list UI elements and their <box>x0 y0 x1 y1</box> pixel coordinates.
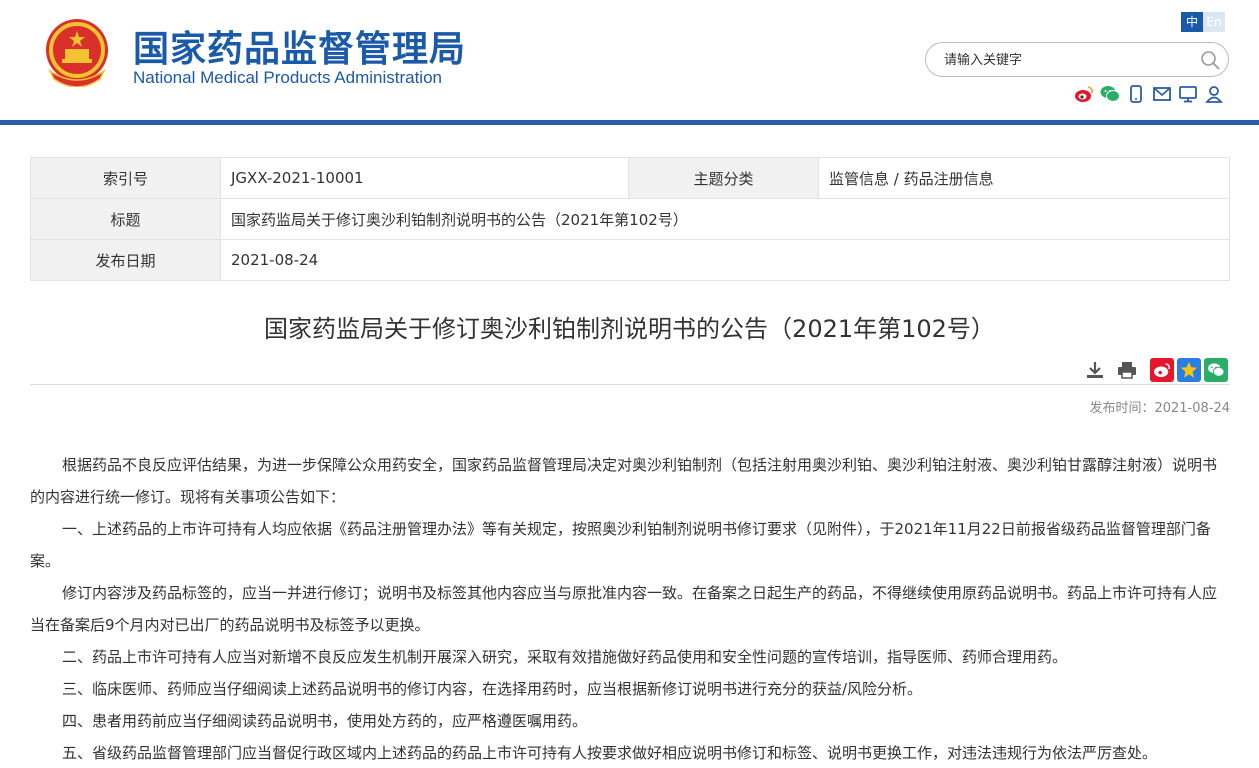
national-emblem-logo[interactable] <box>44 17 110 87</box>
article-paragraph: 四、患者用药前应当仔细阅读药品说明书，使用处方药的，应严格遵医嘱用药。 <box>62 712 588 730</box>
article-body: 根据药品不良反应评估结果，为进一步保障公众用药安全，国家药品监督管理局决定对奥沙… <box>30 449 1230 768</box>
lang-english-button[interactable]: En <box>1203 12 1225 32</box>
share-wechat-icon[interactable] <box>1204 358 1228 382</box>
monitor-icon[interactable] <box>1178 84 1198 104</box>
site-header: 国家药品监督管理局 National Medical Products Admi… <box>0 0 1259 122</box>
site-subtitle[interactable]: National Medical Products Administration <box>133 68 442 88</box>
article-title: 国家药监局关于修订奥沙利铂制剂说明书的公告（2021年第102号） <box>264 315 995 343</box>
meta-label-date: 发布日期 <box>30 239 221 281</box>
search-input[interactable] <box>944 50 1194 70</box>
meta-label-title: 标题 <box>30 198 221 240</box>
article-paragraph: 修订内容涉及药品标签的，应当一并进行修订；说明书及标签其他内容应当与原批准内容一… <box>30 584 1218 634</box>
meta-value-category: 监管信息 / 药品注册信息 <box>818 157 1230 199</box>
weibo-icon[interactable] <box>1074 84 1094 104</box>
mobile-icon[interactable] <box>1126 84 1146 104</box>
download-icon[interactable] <box>1083 358 1107 382</box>
header-social-links <box>1074 84 1224 104</box>
meta-value-date: 2021-08-24 <box>220 239 1230 281</box>
article-paragraph: 五、省级药品监督管理部门应当督促行政区域内上述药品的药品上市许可持有人按要求做好… <box>62 744 1158 762</box>
meta-row-title: 标题 国家药监局关于修订奥沙利铂制剂说明书的公告（2021年第102号） <box>30 198 1230 240</box>
mail-icon[interactable] <box>1152 84 1172 104</box>
print-icon[interactable] <box>1115 358 1139 382</box>
site-title[interactable]: 国家药品监督管理局 <box>133 20 466 72</box>
publish-time: 发布时间：2021-08-24 <box>1089 401 1230 416</box>
wechat-icon[interactable] <box>1100 84 1120 104</box>
share-weibo-icon[interactable] <box>1150 358 1174 382</box>
meta-value-title: 国家药监局关于修订奥沙利铂制剂说明书的公告（2021年第102号） <box>220 198 1230 240</box>
search-box <box>925 42 1229 77</box>
article-paragraph: 根据药品不良反应评估结果，为进一步保障公众用药安全，国家药品监督管理局决定对奥沙… <box>30 456 1218 506</box>
meta-row-date: 发布日期 2021-08-24 <box>30 239 1230 281</box>
share-tools <box>1150 358 1228 382</box>
meta-value-index: JGXX-2021-10001 <box>220 157 629 199</box>
meta-label-category: 主题分类 <box>628 157 819 199</box>
search-icon[interactable] <box>1200 50 1220 70</box>
article-paragraph: 二、药品上市许可持有人应当对新增不良反应发生机制开展深入研究，采取有效措施做好药… <box>62 648 1068 666</box>
header-divider-bar <box>0 120 1259 125</box>
article-meta-table: 索引号 JGXX-2021-10001 主题分类 监管信息 / 药品注册信息 标… <box>30 157 1230 281</box>
article-paragraph: 三、临床医师、药师应当仔细阅读上述药品说明书的修订内容，在选择用药时，应当根据新… <box>62 680 923 698</box>
meta-row-index: 索引号 JGXX-2021-10001 主题分类 监管信息 / 药品注册信息 <box>30 157 1230 199</box>
user-icon[interactable] <box>1204 84 1224 104</box>
meta-label-index: 索引号 <box>30 157 221 199</box>
lang-chinese-button[interactable]: 中 <box>1181 12 1203 32</box>
article-paragraph: 一、上述药品的上市许可持有人均应依据《药品注册管理办法》等有关规定，按照奥沙利铂… <box>30 520 1211 570</box>
article-divider <box>30 384 1230 385</box>
article-tools <box>1083 358 1139 382</box>
share-favorite-icon[interactable] <box>1177 358 1201 382</box>
